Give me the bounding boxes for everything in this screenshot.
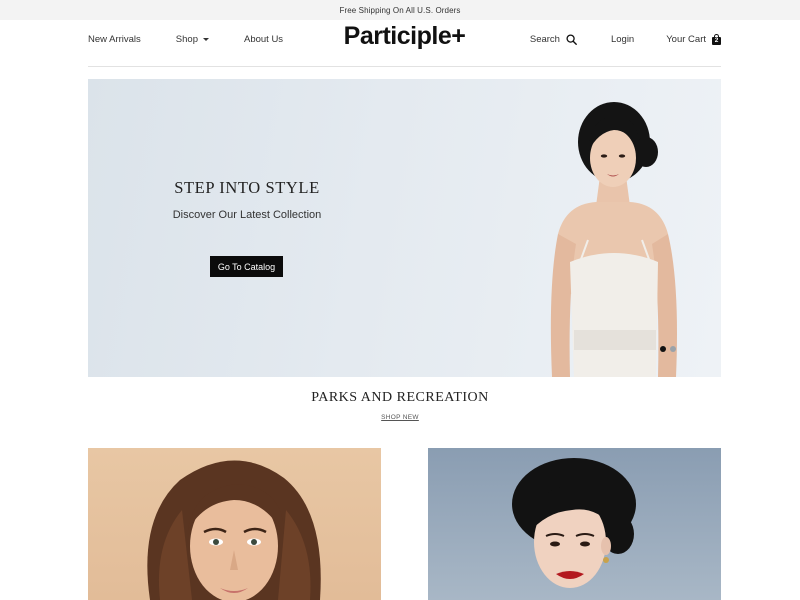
hero-model-image [550, 102, 677, 377]
product-card-image[interactable] [428, 448, 721, 600]
announcement-text: Free Shipping On All U.S. Orders [339, 5, 461, 15]
hero-title: STEP INTO STYLE [174, 178, 320, 197]
cart-icon: 2 [712, 33, 721, 45]
chevron-down-icon [202, 38, 209, 41]
nav-about-us[interactable]: About Us [244, 34, 283, 45]
login-link[interactable]: Login [611, 34, 634, 45]
go-to-catalog-button[interactable]: Go To Catalog [210, 256, 283, 277]
utility-nav: Search Login Your Cart 2 [530, 20, 721, 58]
carousel-dot-1[interactable] [660, 346, 666, 352]
portrait-image [147, 460, 321, 600]
site-logo[interactable]: Participle+ [344, 22, 466, 50]
shop-new-link-container: SHOP NEW [0, 414, 800, 421]
primary-nav: New Arrivals Shop About Us [88, 20, 283, 58]
search-label: Search [529, 33, 560, 45]
hero-banner: STEP INTO STYLE Discover Our Latest Coll… [88, 79, 721, 377]
hero-subtitle: Discover Our Latest Collection [172, 209, 322, 221]
search-icon [566, 33, 577, 45]
hero-copy: STEP INTO STYLE Discover Our Latest Coll… [88, 79, 406, 377]
cart-count-badge: 2 [714, 36, 719, 44]
cart-label: Your Cart [666, 33, 706, 45]
nav-shop-label: Shop [175, 33, 198, 45]
search-button[interactable]: Search [530, 34, 577, 45]
portrait-image [512, 458, 636, 588]
nav-shop[interactable]: Shop [176, 34, 209, 45]
carousel-dots [660, 346, 680, 352]
section-title: PARKS AND RECREATION [311, 390, 489, 405]
nav-new-arrivals[interactable]: New Arrivals [88, 34, 141, 45]
announcement-bar: Free Shipping On All U.S. Orders [0, 0, 800, 20]
product-card-image[interactable] [88, 448, 381, 600]
site-header: New Arrivals Shop About Us Participle+ S… [88, 20, 721, 67]
cart-button[interactable]: Your Cart 2 [666, 33, 721, 45]
carousel-dot-2[interactable] [670, 346, 676, 352]
shop-new-link[interactable]: SHOP NEW [381, 414, 419, 421]
